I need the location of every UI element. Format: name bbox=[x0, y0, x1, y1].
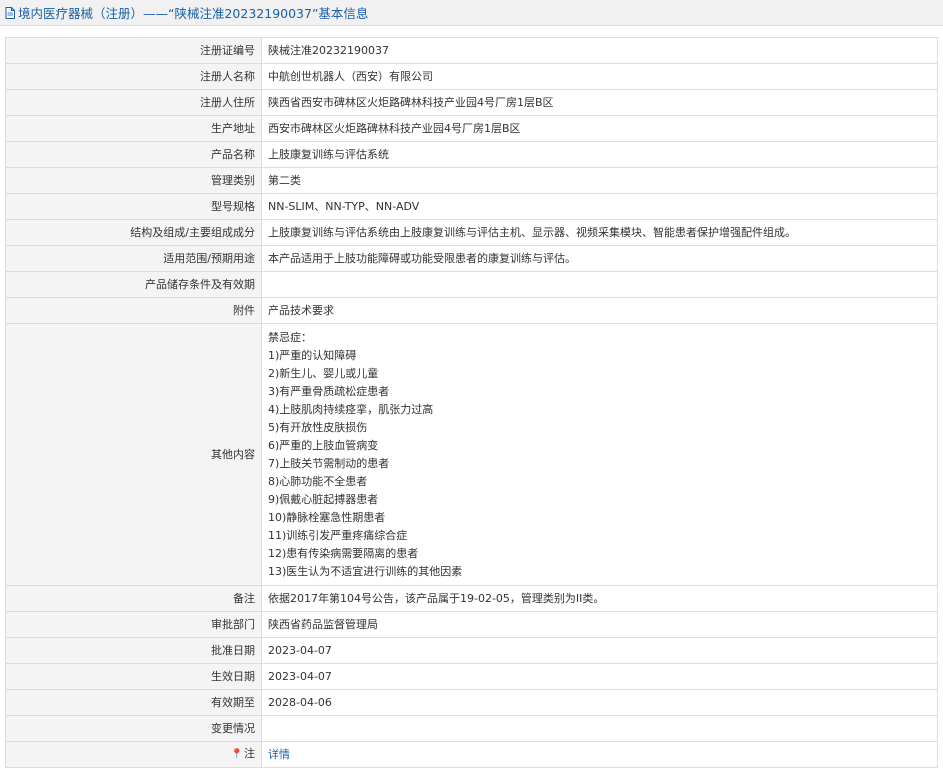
field-value: 陕械注准20232190037 bbox=[261, 37, 938, 64]
field-label: 生效日期 bbox=[5, 663, 262, 690]
table-row: 型号规格 NN-SLIM、NN-TYP、NN-ADV bbox=[5, 193, 938, 220]
field-label: 附件 bbox=[5, 297, 262, 324]
contraindication-line: 6)严重的上肢血管病变 bbox=[268, 438, 379, 452]
table-row: 审批部门 陕西省药品监督管理局 bbox=[5, 611, 938, 638]
field-value: 陕西省西安市碑林区火炬路碑林科技产业园4号厂房1层B区 bbox=[261, 89, 938, 116]
field-value: 2023-04-07 bbox=[261, 663, 938, 690]
field-value: 上肢康复训练与评估系统 bbox=[261, 141, 938, 168]
contraindication-line: 3)有严重骨质疏松症患者 bbox=[268, 384, 390, 398]
field-value: 西安市碑林区火炬路碑林科技产业园4号厂房1层B区 bbox=[261, 115, 938, 142]
field-value: 上肢康复训练与评估系统由上肢康复训练与评估主机、显示器、视频采集模块、智能患者保… bbox=[261, 219, 938, 246]
field-label: 备注 bbox=[5, 585, 262, 612]
contraindication-line: 13)医生认为不适宜进行训练的其他因素 bbox=[268, 564, 463, 578]
contraindication-line: 12)患有传染病需要隔离的患者 bbox=[268, 546, 419, 560]
note-label-cell: 📍注 bbox=[5, 741, 262, 768]
contraindication-line: 8)心肺功能不全患者 bbox=[268, 474, 368, 488]
field-label: 结构及组成/主要组成成分 bbox=[5, 219, 262, 246]
contraindication-line: 9)佩戴心脏起搏器患者 bbox=[268, 492, 379, 506]
info-table: 注册证编号 陕械注准20232190037 注册人名称 中航创世机器人（西安）有… bbox=[5, 37, 938, 768]
table-row: 📍注 详情 bbox=[5, 741, 938, 768]
table-row: 生产地址 西安市碑林区火炬路碑林科技产业园4号厂房1层B区 bbox=[5, 115, 938, 142]
table-row: 结构及组成/主要组成成分 上肢康复训练与评估系统由上肢康复训练与评估主机、显示器… bbox=[5, 219, 938, 246]
table-row: 产品名称 上肢康复训练与评估系统 bbox=[5, 141, 938, 168]
contraindication-line: 10)静脉栓塞急性期患者 bbox=[268, 510, 386, 524]
field-label: 产品储存条件及有效期 bbox=[5, 271, 262, 298]
field-label: 注 bbox=[244, 747, 255, 760]
table-row-other: 其他内容 禁忌症： 1)严重的认知障碍 2)新生儿、婴儿或儿童 3)有严重骨质疏… bbox=[5, 323, 938, 586]
field-label: 其他内容 bbox=[5, 323, 262, 586]
page-header: 境内医疗器械（注册）——“陕械注准20232190037”基本信息 bbox=[0, 0, 943, 26]
table-row: 批准日期 2023-04-07 bbox=[5, 637, 938, 664]
field-label: 有效期至 bbox=[5, 689, 262, 716]
field-label: 适用范围/预期用途 bbox=[5, 245, 262, 272]
table-row: 附件 产品技术要求 bbox=[5, 297, 938, 324]
table-row: 有效期至 2028-04-06 bbox=[5, 689, 938, 716]
contraindication-line: 禁忌症： bbox=[268, 330, 312, 344]
table-row: 注册人名称 中航创世机器人（西安）有限公司 bbox=[5, 63, 938, 90]
field-value: 2023-04-07 bbox=[261, 637, 938, 664]
field-label: 生产地址 bbox=[5, 115, 262, 142]
field-label: 管理类别 bbox=[5, 167, 262, 194]
field-label: 变更情况 bbox=[5, 715, 262, 742]
field-value: 依据2017年第104号公告，该产品属于19-02-05，管理类别为II类。 bbox=[261, 585, 938, 612]
field-value: 2028-04-06 bbox=[261, 689, 938, 716]
field-label: 产品名称 bbox=[5, 141, 262, 168]
contraindication-line: 11)训练引发严重疼痛综合症 bbox=[268, 528, 408, 542]
field-label: 注册人名称 bbox=[5, 63, 262, 90]
other-content: 禁忌症： 1)严重的认知障碍 2)新生儿、婴儿或儿童 3)有严重骨质疏松症患者 … bbox=[261, 323, 938, 586]
page-title: 境内医疗器械（注册）——“陕械注准20232190037”基本信息 bbox=[18, 6, 369, 21]
field-label: 批准日期 bbox=[5, 637, 262, 664]
contraindication-line: 4)上肢肌肉持续痉挛，肌张力过高 bbox=[268, 402, 434, 416]
field-label: 注册证编号 bbox=[5, 37, 262, 64]
field-value bbox=[261, 271, 938, 298]
table-row: 管理类别 第二类 bbox=[5, 167, 938, 194]
field-value: 产品技术要求 bbox=[261, 297, 938, 324]
field-value bbox=[261, 715, 938, 742]
document-icon bbox=[5, 6, 15, 19]
table-row: 适用范围/预期用途 本产品适用于上肢功能障碍或功能受限患者的康复训练与评估。 bbox=[5, 245, 938, 272]
table-row: 产品储存条件及有效期 bbox=[5, 271, 938, 298]
field-label: 型号规格 bbox=[5, 193, 262, 220]
note-value-cell: 详情 bbox=[261, 741, 938, 768]
field-value: 本产品适用于上肢功能障碍或功能受限患者的康复训练与评估。 bbox=[261, 245, 938, 272]
table-row: 变更情况 bbox=[5, 715, 938, 742]
field-label: 注册人住所 bbox=[5, 89, 262, 116]
pin-icon: 📍 bbox=[230, 749, 243, 760]
contraindication-line: 7)上肢关节需制动的患者 bbox=[268, 456, 390, 470]
table-row: 备注 依据2017年第104号公告，该产品属于19-02-05，管理类别为II类… bbox=[5, 585, 938, 612]
table-row: 生效日期 2023-04-07 bbox=[5, 663, 938, 690]
contraindication-line: 1)严重的认知障碍 bbox=[268, 348, 357, 362]
field-label: 审批部门 bbox=[5, 611, 262, 638]
table-row: 注册证编号 陕械注准20232190037 bbox=[5, 37, 938, 64]
field-value: 陕西省药品监督管理局 bbox=[261, 611, 938, 638]
contraindication-line: 2)新生儿、婴儿或儿童 bbox=[268, 366, 379, 380]
contraindication-line: 5)有开放性皮肤损伤 bbox=[268, 420, 368, 434]
field-value: 中航创世机器人（西安）有限公司 bbox=[261, 63, 938, 90]
details-link[interactable]: 详情 bbox=[268, 748, 290, 761]
field-value: NN-SLIM、NN-TYP、NN-ADV bbox=[261, 193, 938, 220]
table-row: 注册人住所 陕西省西安市碑林区火炬路碑林科技产业园4号厂房1层B区 bbox=[5, 89, 938, 116]
field-value: 第二类 bbox=[261, 167, 938, 194]
